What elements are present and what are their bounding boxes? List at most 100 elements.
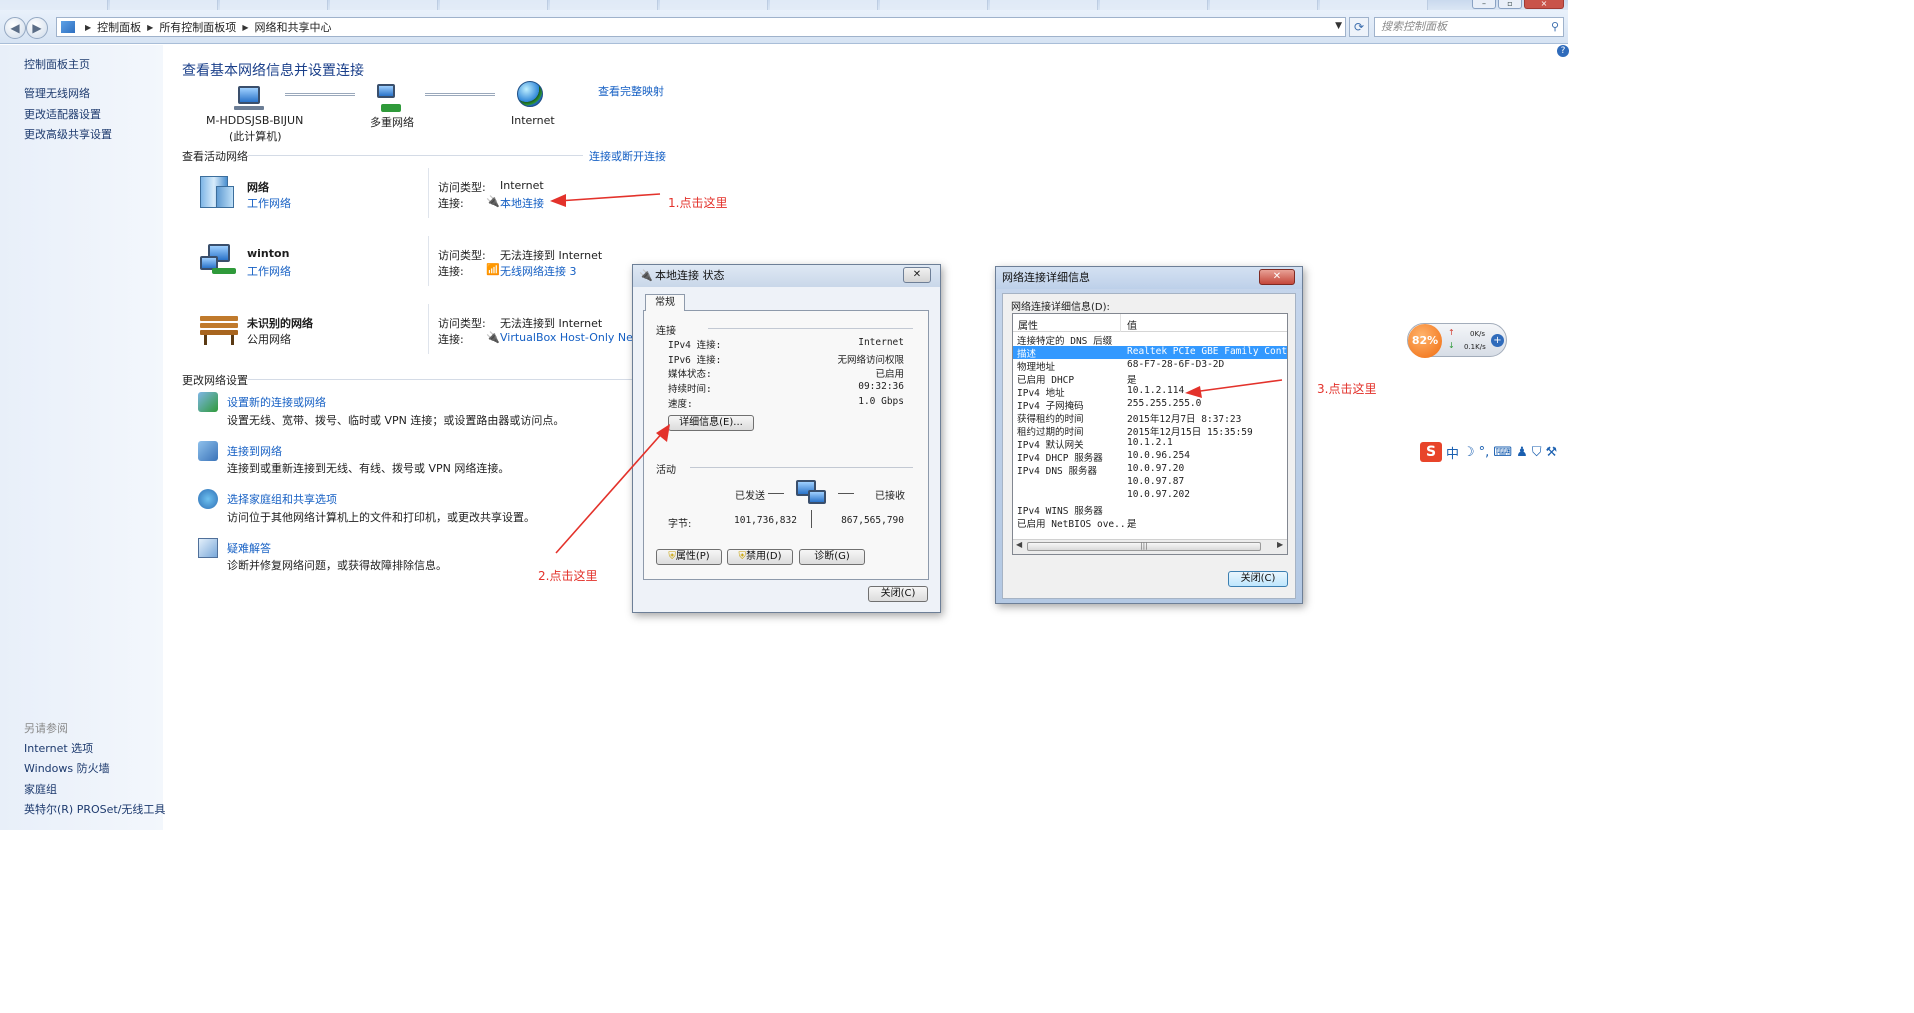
see-also-firewall[interactable]: Windows 防火墙	[24, 760, 110, 776]
full-map-link[interactable]: 查看完整映射	[598, 83, 664, 99]
close-icon[interactable]: ✕	[903, 267, 931, 283]
scroll-left-icon[interactable]: ◀	[1016, 540, 1022, 549]
disable-button[interactable]: ⛨禁用(D)	[727, 549, 793, 565]
search-icon[interactable]: ⚲	[1551, 18, 1559, 36]
refresh-button[interactable]: ⟳	[1349, 17, 1369, 37]
chevron-right-icon[interactable]: ▶	[85, 23, 91, 32]
column-header-property[interactable]: 属性	[1018, 317, 1038, 332]
ethernet-icon: 🔌	[486, 195, 500, 208]
help-icon[interactable]: ?	[1557, 45, 1569, 57]
task-homegroup-link[interactable]: 选择家庭组和共享选项	[227, 491, 337, 507]
sidebar-item-advanced-sharing[interactable]: 更改高级共享设置	[24, 126, 112, 142]
tab[interactable]	[660, 0, 768, 10]
access-type-label: 访问类型:	[438, 249, 486, 262]
breadcrumb[interactable]: ▶ 控制面板 ▶ 所有控制面板项 ▶ 网络和共享中心 ▼	[56, 17, 1346, 37]
detail-property[interactable]: IPv4 子网掩码	[1017, 398, 1084, 412]
breadcrumb-item[interactable]: 网络和共享中心	[254, 19, 331, 35]
tab[interactable]	[880, 0, 988, 10]
tab[interactable]	[330, 0, 438, 10]
punctuation-icon[interactable]: °,	[1479, 445, 1490, 460]
moon-icon[interactable]: ☽	[1463, 445, 1475, 460]
wireless-connection-link[interactable]: 无线网络连接 3	[500, 263, 577, 279]
network-type-link[interactable]: 工作网络	[247, 195, 291, 211]
tab[interactable]	[990, 0, 1098, 10]
detail-property[interactable]: 已启用 NetBIOS ove...	[1017, 516, 1131, 530]
wrench-icon[interactable]: ⚒	[1546, 445, 1558, 460]
task-setup-connection-link[interactable]: 设置新的连接或网络	[227, 394, 326, 410]
minimize-button[interactable]: –	[1472, 0, 1496, 9]
detail-property[interactable]: IPv4 地址	[1017, 385, 1065, 399]
divider	[768, 493, 784, 494]
detail-property[interactable]: IPv4 WINS 服务器	[1017, 503, 1103, 517]
keyboard-icon[interactable]: ⌨	[1493, 445, 1512, 460]
detail-value: 10.0.97.87	[1127, 476, 1185, 487]
local-connection-link[interactable]: 本地连接	[500, 195, 544, 211]
detail-property[interactable]: IPv4 DHCP 服务器	[1017, 450, 1103, 464]
detail-property[interactable]: IPv4 默认网关	[1017, 437, 1084, 451]
detail-property[interactable]: 租约过期的时间	[1017, 424, 1084, 438]
network-type-link[interactable]: 工作网络	[247, 263, 291, 279]
details-button[interactable]: 详细信息(E)...	[668, 415, 754, 431]
back-button[interactable]: ◀	[4, 17, 26, 39]
virtualbox-connection-link[interactable]: VirtualBox Host-Only Netwo	[500, 331, 632, 344]
detail-property[interactable]: IPv4 DNS 服务器	[1017, 463, 1097, 477]
tab[interactable]	[0, 0, 108, 10]
arrow-head-1	[550, 194, 566, 207]
tab[interactable]	[770, 0, 878, 10]
status-value: Internet	[858, 337, 904, 348]
chevron-right-icon[interactable]: ▶	[147, 23, 153, 32]
breadcrumb-item[interactable]: 所有控制面板项	[159, 19, 236, 35]
detail-property[interactable]: 描述	[1017, 346, 1036, 360]
dialog-titlebar[interactable]: 网络连接详细信息	[996, 267, 1302, 289]
tab[interactable]	[220, 0, 328, 10]
see-also-internet-options[interactable]: Internet 选项	[24, 740, 93, 756]
diagnose-button[interactable]: 诊断(G)	[799, 549, 865, 565]
detail-property[interactable]: 物理地址	[1017, 359, 1055, 373]
ime-language[interactable]: 中	[1446, 443, 1459, 462]
detail-property[interactable]: 连接特定的 DNS 后缀	[1017, 333, 1112, 347]
maximize-button[interactable]: ▫	[1498, 0, 1522, 9]
scroll-right-icon[interactable]: ▶	[1277, 540, 1283, 549]
sidebar-item-home[interactable]: 控制面板主页	[24, 56, 90, 72]
sidebar-item-manage-wireless[interactable]: 管理无线网络	[24, 85, 90, 101]
breadcrumb-item[interactable]: 控制面板	[97, 19, 141, 35]
sidebar-item-adapter-settings[interactable]: 更改适配器设置	[24, 106, 101, 122]
see-also-proset[interactable]: 英特尔(R) PROSet/无线工具	[24, 801, 165, 817]
details-close-button[interactable]: 关闭(C)	[1228, 571, 1288, 587]
scrollbar-thumb[interactable]: |||	[1027, 542, 1261, 551]
network-speed-widget[interactable]: 82% ↑ ↓ 0K/s 0.1K/s +	[1407, 323, 1507, 358]
shirt-icon[interactable]: ⛉	[1532, 445, 1542, 460]
user-icon[interactable]: ♟	[1516, 445, 1528, 460]
tab[interactable]	[440, 0, 548, 10]
tab[interactable]	[550, 0, 658, 10]
detail-property[interactable]: 已启用 DHCP	[1017, 372, 1074, 386]
forward-button[interactable]: ▶	[26, 17, 48, 39]
dialog-titlebar[interactable]: 本地连接 状态	[633, 265, 940, 287]
properties-button[interactable]: ⛨属性(P)	[656, 549, 722, 565]
search-input[interactable]: 搜索控制面板 ⚲	[1374, 17, 1564, 37]
chevron-right-icon[interactable]: ▶	[242, 23, 248, 32]
dialog-title: 本地连接 状态	[655, 269, 725, 282]
column-header-value[interactable]: 值	[1127, 317, 1137, 332]
window-close-button[interactable]: ×	[1524, 0, 1564, 9]
status-close-button[interactable]: 关闭(C)	[868, 586, 928, 602]
chevron-down-icon[interactable]: ▼	[1335, 21, 1342, 31]
task-description: 连接到或重新连接到无线、有线、拨号或 VPN 网络连接。	[227, 462, 510, 475]
computer-sub: (此计算机)	[229, 130, 282, 143]
task-troubleshoot-link[interactable]: 疑难解答	[227, 540, 271, 556]
tab[interactable]	[1320, 0, 1428, 10]
close-icon[interactable]: ✕	[1259, 269, 1295, 285]
divider	[248, 155, 583, 156]
task-connect-link[interactable]: 连接到网络	[227, 443, 282, 459]
tab[interactable]	[110, 0, 218, 10]
section-activity: 活动	[656, 465, 676, 476]
sogou-logo-icon[interactable]: S	[1420, 442, 1442, 462]
bytes-label: 字节:	[668, 519, 692, 530]
detail-property[interactable]: 获得租约的时间	[1017, 411, 1084, 425]
see-also-homegroup[interactable]: 家庭组	[24, 781, 57, 797]
add-icon[interactable]: +	[1491, 334, 1504, 347]
tab[interactable]	[1210, 0, 1318, 10]
tab-general[interactable]: 常规	[645, 294, 685, 311]
tab[interactable]	[1100, 0, 1208, 10]
connect-disconnect-link[interactable]: 连接或断开连接	[589, 148, 666, 164]
